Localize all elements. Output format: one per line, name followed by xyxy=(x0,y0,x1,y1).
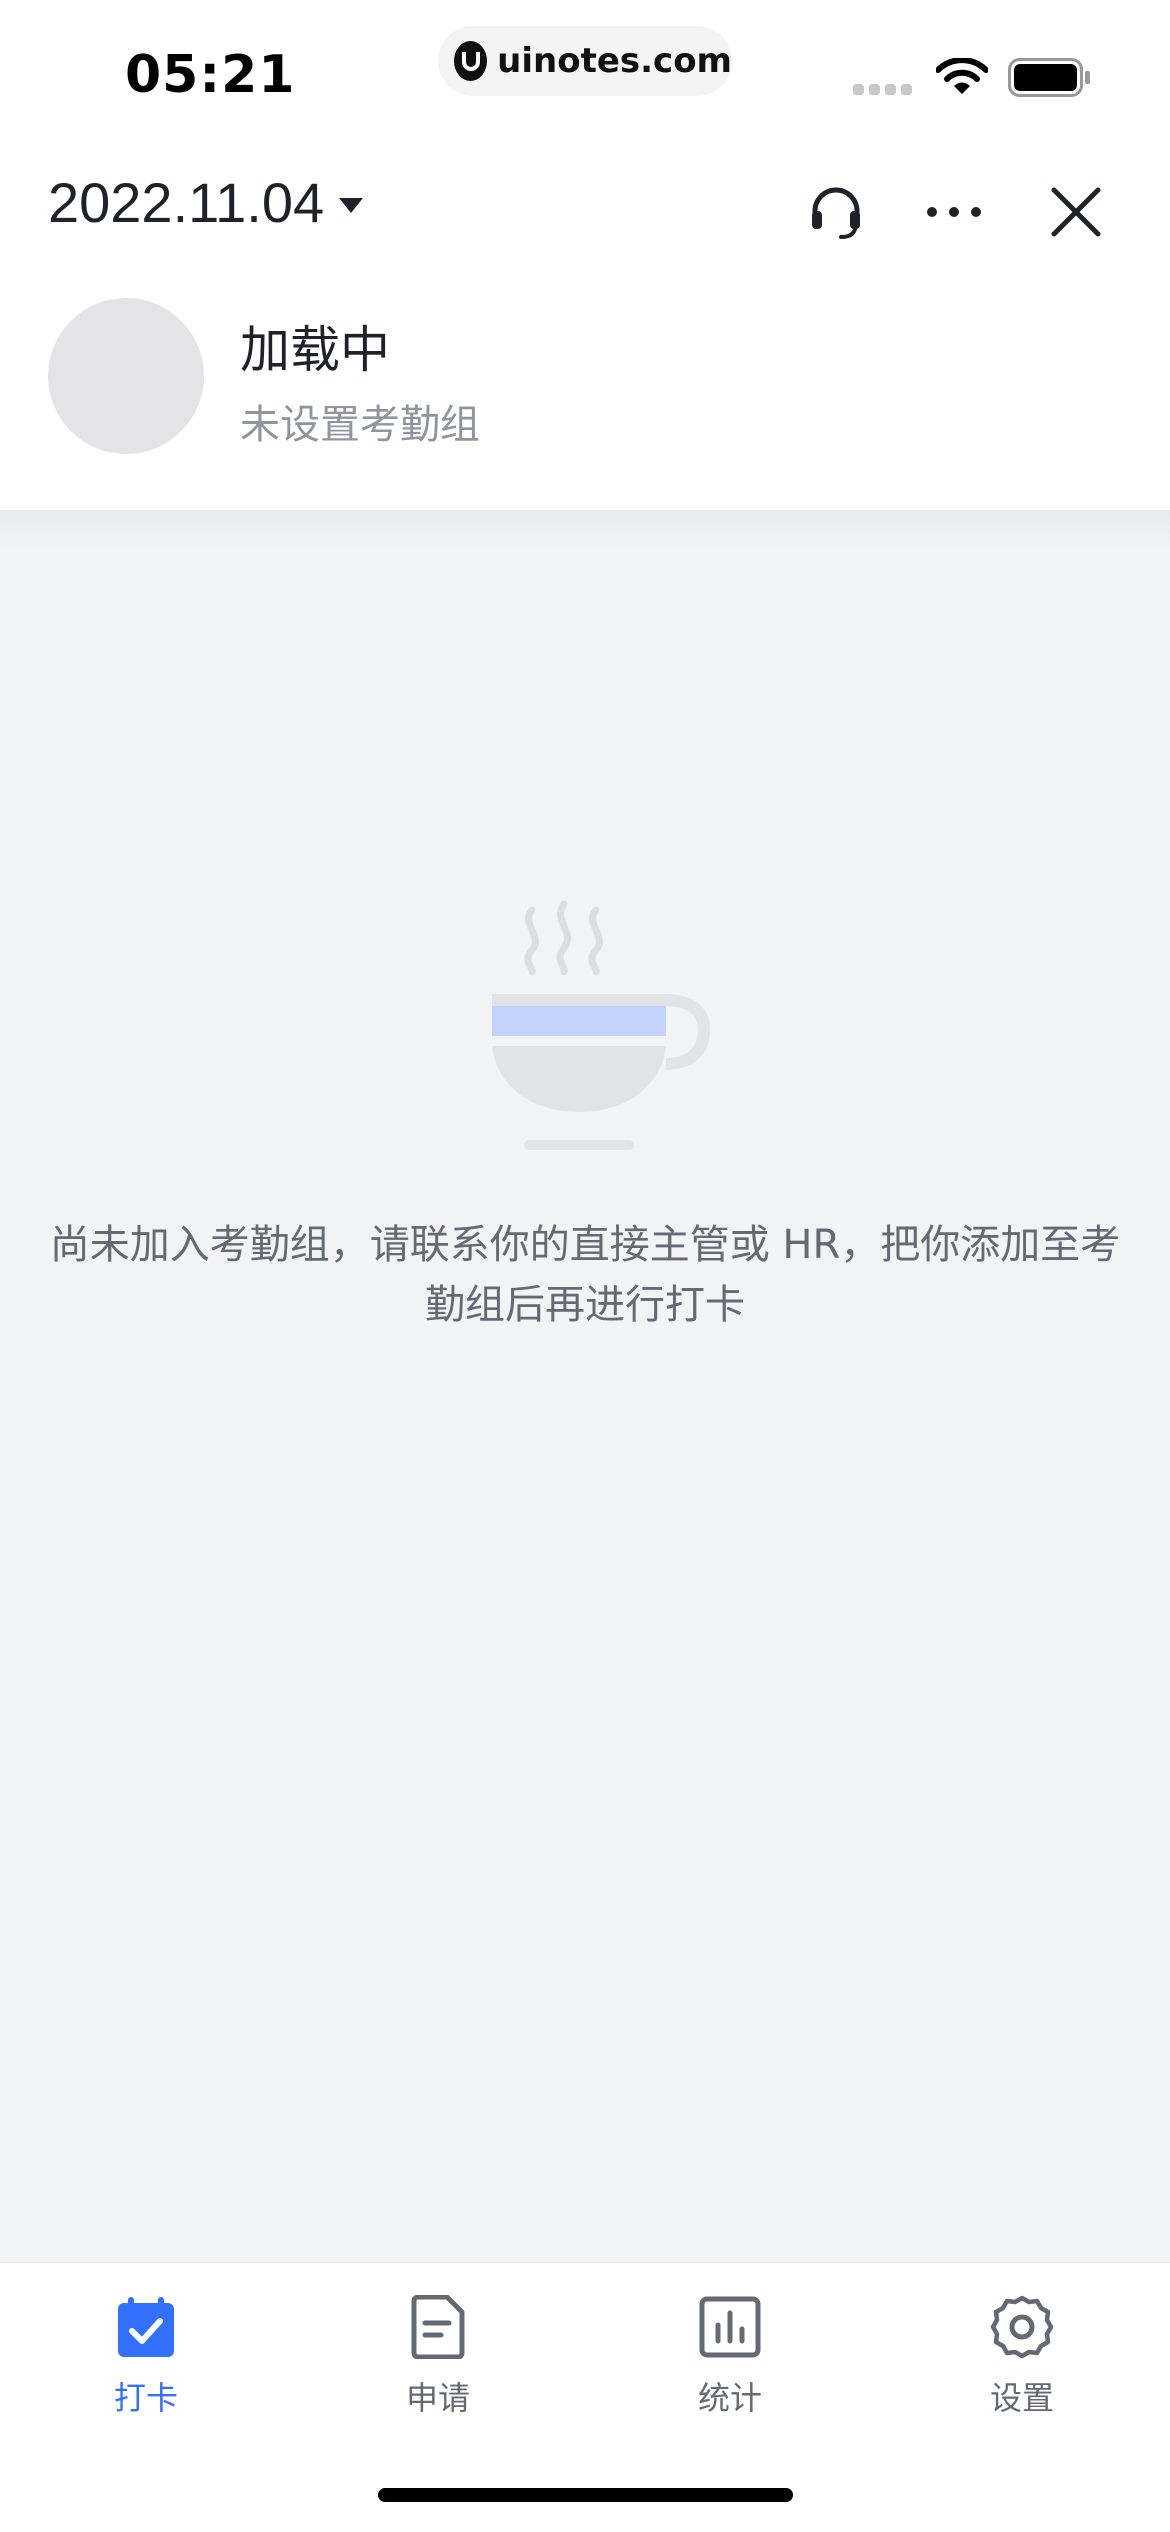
date-selector[interactable]: 2022.11.04 xyxy=(48,170,364,235)
battery-icon xyxy=(1008,58,1090,97)
url-pill[interactable]: uinotes.com xyxy=(438,26,732,96)
user-name: 加载中 xyxy=(240,321,390,379)
tab-apply[interactable]: 申请 xyxy=(338,2293,538,2419)
tab-settings[interactable]: 设置 xyxy=(922,2293,1122,2419)
tab-label-stats: 统计 xyxy=(697,2379,762,2417)
tab-label-apply: 申请 xyxy=(405,2379,470,2417)
bar-chart-icon xyxy=(696,2293,764,2361)
status-time: 05:21 xyxy=(125,45,296,105)
url-text: uinotes.com xyxy=(497,41,732,81)
avatar xyxy=(48,298,204,454)
date-text: 2022.11.04 xyxy=(48,171,325,234)
more-icon[interactable] xyxy=(918,176,990,248)
home-indicator xyxy=(378,2488,793,2502)
empty-state-message: 尚未加入考勤组，请联系你的直接主管或 HR，把你添加至考勤组后再进行打卡 xyxy=(49,1222,1121,1328)
tab-stats[interactable]: 统计 xyxy=(630,2293,830,2419)
checkin-calendar-icon xyxy=(112,2293,180,2361)
gear-icon xyxy=(988,2293,1056,2361)
signal-icon xyxy=(853,84,912,95)
coffee-cup-icon xyxy=(492,900,711,1150)
header: 2022.11.04 加载中 未设置考勤组 xyxy=(0,140,1170,510)
tab-label-checkin: 打卡 xyxy=(113,2379,178,2417)
wifi-icon xyxy=(936,58,988,94)
tab-checkin[interactable]: 打卡 xyxy=(46,2293,246,2419)
attendance-group-status: 未设置考勤组 xyxy=(240,402,480,448)
attendance-page: 05:21 uinotes.com 2022.11.04 加载中 未设置考勤组 … xyxy=(0,0,1170,2532)
document-icon xyxy=(404,2293,472,2361)
caret-down-icon xyxy=(339,197,364,213)
site-logo-icon xyxy=(454,41,488,81)
header-shadow xyxy=(0,510,1170,550)
status-bar: 05:21 uinotes.com xyxy=(0,0,1170,140)
headset-icon[interactable] xyxy=(800,176,872,248)
tab-label-settings: 设置 xyxy=(989,2379,1054,2417)
close-icon[interactable] xyxy=(1040,176,1112,248)
